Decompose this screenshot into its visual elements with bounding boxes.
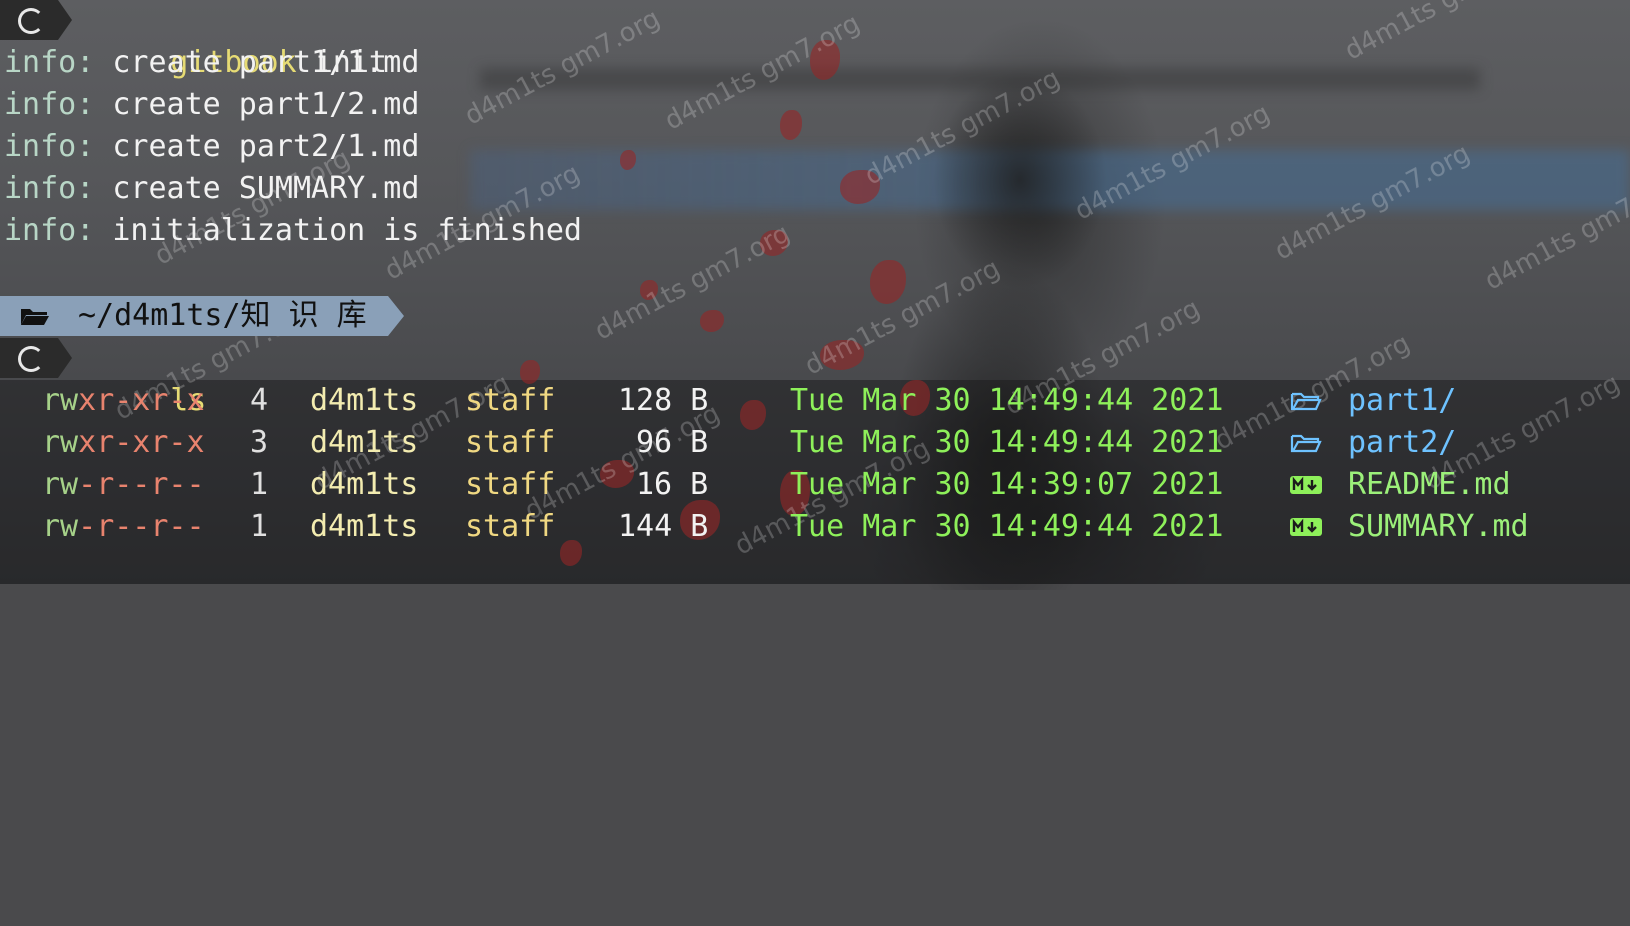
info-label: info: bbox=[4, 129, 95, 164]
debian-icon bbox=[18, 346, 44, 372]
group: staff bbox=[465, 383, 556, 418]
info-text: create SUMMARY.md bbox=[94, 171, 420, 206]
file-name[interactable]: README.md bbox=[1348, 464, 1511, 506]
file-size: 128 B bbox=[618, 383, 709, 418]
markdown-icon bbox=[1290, 476, 1322, 494]
command-line: ls bbox=[98, 338, 206, 418]
file-size: 16 B bbox=[636, 467, 709, 502]
owner: d4m1ts bbox=[310, 425, 419, 460]
path-arrow-icon bbox=[388, 296, 404, 336]
prompt-arrow-icon bbox=[58, 338, 72, 378]
shell-prompt-segment bbox=[0, 0, 72, 40]
listing-row: rw-r--r-- 1 d4m1ts staff 16 B Tue Mar 30… bbox=[0, 464, 1630, 506]
listing-row: rwxr-xr-x 4 d4m1ts staff 128 B Tue Mar 3… bbox=[0, 380, 1630, 422]
output-line: info: create part2/1.md bbox=[4, 126, 419, 168]
info-label: info: bbox=[4, 171, 95, 206]
markdown-icon bbox=[1290, 518, 1322, 536]
permissions: rwxr-xr-x bbox=[42, 425, 205, 460]
path-segment: ~/d4m1ts/知 识 库 bbox=[0, 296, 404, 336]
folder-icon bbox=[1290, 434, 1322, 453]
modified-date: Tue Mar 30 14:49:44 2021 bbox=[790, 509, 1224, 544]
info-text: create part1/2.md bbox=[94, 87, 420, 122]
file-name[interactable]: part2/ bbox=[1348, 422, 1456, 464]
prompt-arrow-icon bbox=[58, 0, 72, 40]
output-line: info: initialization is finished bbox=[4, 210, 582, 252]
owner: d4m1ts bbox=[310, 509, 419, 544]
shell-prompt-segment bbox=[0, 338, 72, 378]
output-line: info: create SUMMARY.md bbox=[4, 168, 419, 210]
owner: d4m1ts bbox=[310, 467, 419, 502]
group: staff bbox=[465, 509, 556, 544]
file-name[interactable]: part1/ bbox=[1348, 380, 1456, 422]
info-text: initialization is finished bbox=[94, 213, 582, 248]
listing-row: rw-r--r-- 1 d4m1ts staff 144 B Tue Mar 3… bbox=[0, 506, 1630, 548]
file-size: 96 B bbox=[636, 425, 709, 460]
command-line: gitbook init bbox=[98, 0, 387, 80]
owner: d4m1ts bbox=[310, 383, 419, 418]
debian-icon bbox=[18, 8, 44, 34]
permissions: rw-r--r-- bbox=[42, 509, 205, 544]
group: staff bbox=[465, 425, 556, 460]
link-count: 1 bbox=[250, 509, 269, 544]
output-line: info: create part1/1.md bbox=[4, 42, 419, 84]
group: staff bbox=[465, 467, 556, 502]
folder-icon bbox=[1290, 392, 1322, 411]
info-text: create part2/1.md bbox=[94, 129, 420, 164]
link-count: 4 bbox=[250, 383, 269, 418]
info-label: info: bbox=[4, 213, 95, 248]
permissions: rwxr-xr-x bbox=[42, 383, 205, 418]
file-name[interactable]: SUMMARY.md bbox=[1348, 506, 1529, 548]
permissions: rw-r--r-- bbox=[42, 467, 205, 502]
folder-open-icon bbox=[21, 309, 49, 325]
terminal-window: gitbook init info: create part1/1.md inf… bbox=[0, 0, 1630, 584]
modified-date: Tue Mar 30 14:49:44 2021 bbox=[790, 383, 1224, 418]
info-text: create part1/1.md bbox=[94, 45, 420, 80]
current-path: ~/d4m1ts/知 识 库 bbox=[78, 298, 367, 333]
output-line: info: create part1/2.md bbox=[4, 84, 419, 126]
listing-row: rwxr-xr-x 3 d4m1ts staff 96 B Tue Mar 30… bbox=[0, 422, 1630, 464]
modified-date: Tue Mar 30 14:49:44 2021 bbox=[790, 425, 1224, 460]
info-label: info: bbox=[4, 45, 95, 80]
file-size: 144 B bbox=[618, 509, 709, 544]
link-count: 3 bbox=[250, 425, 269, 460]
modified-date: Tue Mar 30 14:39:07 2021 bbox=[790, 467, 1224, 502]
info-label: info: bbox=[4, 87, 95, 122]
link-count: 1 bbox=[250, 467, 269, 502]
